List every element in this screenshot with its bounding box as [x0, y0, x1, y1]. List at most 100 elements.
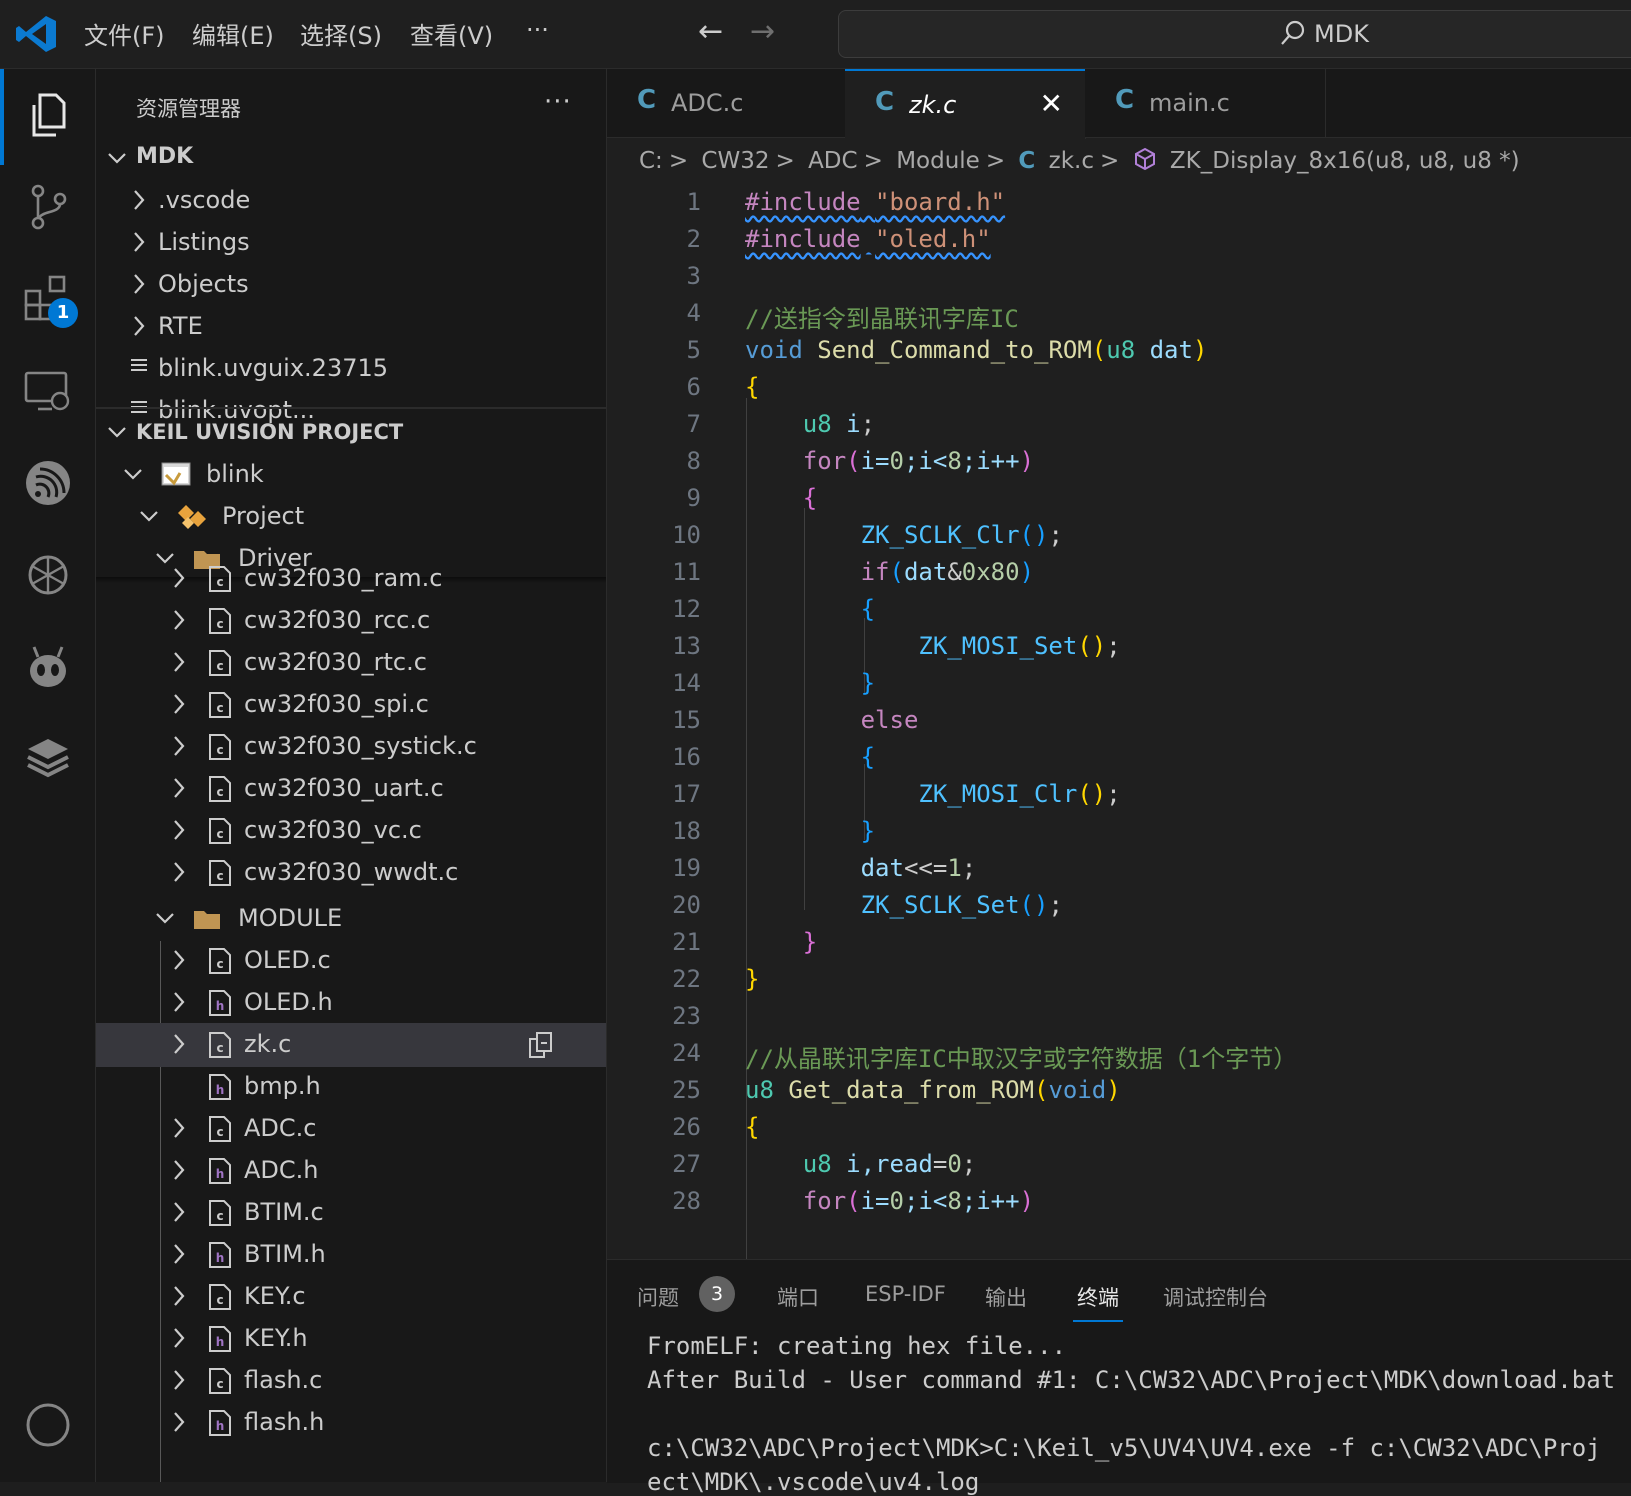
explorer-more-button[interactable]: ···: [544, 87, 572, 117]
tree-file[interactable]: c KEY.c: [96, 1275, 606, 1319]
forward-arrow-icon[interactable]: →: [750, 14, 775, 49]
tree-file[interactable]: h KEY.h: [96, 1317, 606, 1361]
c-file-icon: c: [209, 1284, 231, 1310]
svg-text:c: c: [216, 1125, 223, 1139]
close-icon[interactable]: ✕: [1040, 87, 1063, 120]
tree-file[interactable]: h bmp.h: [96, 1065, 606, 1109]
chatgpt-icon[interactable]: [22, 549, 74, 601]
section-label: KEIL UVISION PROJECT: [136, 420, 404, 444]
command-center-search[interactable]: MDK: [838, 10, 1631, 58]
breadcrumb-item[interactable]: C:: [639, 148, 663, 174]
tree-file[interactable]: c ADC.c: [96, 1107, 606, 1151]
tree-item-mdk[interactable]: Listings: [96, 221, 606, 265]
menu-edit[interactable]: 编辑(E): [192, 16, 274, 51]
espressif-icon[interactable]: [22, 457, 74, 509]
line-number: 18: [672, 817, 701, 845]
svg-text:c: c: [216, 827, 223, 841]
code-token: u8: [1106, 336, 1136, 364]
tree-folder-module[interactable]: MODULE: [96, 897, 606, 941]
remote-explorer-icon[interactable]: [22, 365, 74, 417]
back-arrow-icon[interactable]: ←: [698, 14, 723, 49]
code-line-8: 8 for(i=0;i<8;i++): [607, 443, 1631, 481]
layers-icon[interactable]: [22, 733, 74, 785]
chevron-right-icon: >: [668, 148, 689, 174]
line-number: 17: [672, 780, 701, 808]
code-line-4: 4 //送指令到晶联讯字库IC: [607, 295, 1631, 333]
panel-tab-terminal[interactable]: 终端: [1073, 1282, 1123, 1322]
source-control-icon[interactable]: [22, 181, 74, 233]
line-number: 16: [672, 743, 701, 771]
panel-tab-problems[interactable]: 问题: [637, 1282, 679, 1312]
panel-tab-output[interactable]: 输出: [985, 1282, 1027, 1312]
tree-file[interactable]: c cw32f030_rtc.c: [96, 641, 606, 685]
tree-label: ADC.c: [244, 1114, 317, 1142]
code-token: 8: [947, 447, 962, 475]
tree-file[interactable]: h flash.h: [96, 1401, 606, 1445]
tree-item-mdk[interactable]: blink.uvguix.23715: [96, 347, 606, 391]
header-file-icon: h: [209, 1074, 231, 1100]
tree-item-mdk[interactable]: .vscode: [96, 179, 606, 223]
panel-tab-ports[interactable]: 端口: [777, 1282, 819, 1312]
vscode-logo-icon[interactable]: [14, 14, 58, 54]
section-mdk[interactable]: MDK: [96, 137, 606, 181]
tree-file[interactable]: c cw32f030_vc.c: [96, 809, 606, 853]
tree-item-mdk[interactable]: RTE: [96, 305, 606, 349]
tree-file[interactable]: c cw32f030_spi.c: [96, 683, 606, 727]
tree-group-project[interactable]: Project: [96, 495, 606, 539]
section-keil-project[interactable]: KEIL UVISION PROJECT: [96, 411, 606, 455]
tree-label: BTIM.c: [244, 1198, 324, 1226]
code-line-22: 22}: [607, 961, 1631, 999]
account-icon[interactable]: [22, 1399, 74, 1451]
compile-file-icon[interactable]: [528, 1031, 554, 1059]
breadcrumb-item[interactable]: CW32: [701, 148, 769, 174]
tree-file[interactable]: c flash.c: [96, 1359, 606, 1403]
tree-label: bmp.h: [244, 1072, 321, 1100]
menu-file[interactable]: 文件(F): [84, 16, 165, 51]
code-token: dat: [903, 558, 948, 586]
chevron-right-icon: >: [863, 148, 883, 174]
breadcrumb-item[interactable]: ADC: [808, 148, 858, 174]
tree-file[interactable]: h BTIM.h: [96, 1233, 606, 1277]
line-number: 10: [672, 521, 701, 549]
tree-file[interactable]: c cw32f030_rcc.c: [96, 599, 606, 643]
tree-file[interactable]: h ADC.h: [96, 1149, 606, 1193]
tree-file[interactable]: c cw32f030_uart.c: [96, 767, 606, 811]
tab-zk-c[interactable]: C zk.c ✕: [845, 69, 1086, 139]
chevron-right-icon: [128, 187, 150, 213]
tree-file[interactable]: c BTIM.c: [96, 1191, 606, 1235]
code-token: ;i++: [961, 1187, 1020, 1215]
platformio-alien-icon[interactable]: [22, 641, 74, 693]
tab-adc-c[interactable]: C ADC.c: [607, 69, 846, 137]
panel-tab-debug-console[interactable]: 调试控制台: [1163, 1282, 1268, 1312]
tree-file[interactable]: c zk.c: [96, 1023, 606, 1067]
breadcrumb-symbol[interactable]: ZK_Display_8x16(u8, u8, u8 *): [1170, 148, 1520, 174]
code-token: #include: [745, 225, 861, 253]
breadcrumb-item[interactable]: Module: [896, 148, 980, 174]
tab-main-c[interactable]: C main.c: [1085, 69, 1326, 137]
code-token: void: [1048, 1076, 1107, 1104]
svg-text:c: c: [216, 1377, 223, 1391]
breadcrumb-item[interactable]: zk.c: [1049, 148, 1094, 174]
explorer-files-icon[interactable]: [22, 89, 74, 141]
tree-item-mdk[interactable]: Objects: [96, 263, 606, 307]
tree-file[interactable]: h OLED.h: [96, 981, 606, 1025]
panel-tab-esp-idf[interactable]: ESP-IDF: [865, 1282, 946, 1306]
menu-more[interactable]: ···: [526, 16, 549, 44]
tree-file[interactable]: c OLED.c: [96, 939, 606, 983]
menu-view[interactable]: 查看(V): [410, 16, 493, 51]
code-token: Send_Command_to_ROM: [817, 336, 1092, 364]
tree-file[interactable]: c cw32f030_systick.c: [96, 725, 606, 769]
tree-label: ADC.h: [244, 1156, 319, 1184]
code-line-20: 20 ZK_SCLK_Set();: [607, 887, 1631, 925]
tree-file[interactable]: c cw32f030_wwdt.c: [96, 851, 606, 895]
svg-text:h: h: [216, 999, 225, 1013]
c-file-icon: C: [637, 85, 657, 115]
menu-selection[interactable]: 选择(S): [300, 16, 382, 51]
explorer-sidebar: 资源管理器 ··· MDK .vscode Listings Objects RTE b…: [96, 69, 607, 1482]
tree-file[interactable]: c cw32f030_ram.c: [96, 557, 606, 601]
tree-label: flash.h: [244, 1408, 325, 1436]
code-token: "board.h": [875, 188, 1006, 216]
chevron-right-icon: [168, 649, 190, 675]
tree-target-blink[interactable]: blink: [96, 453, 606, 497]
svg-text:c: c: [216, 957, 223, 971]
